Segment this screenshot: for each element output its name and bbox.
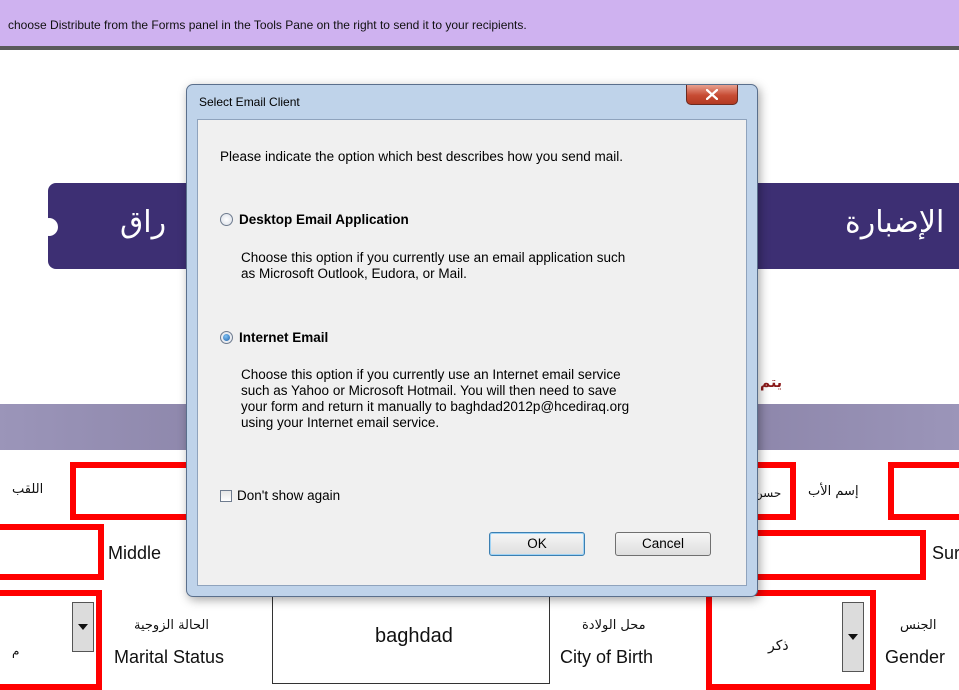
marital-edge-text: م [12,644,20,658]
internet-email-description: Choose this option if you currently use … [241,367,629,431]
internet-email-radio[interactable] [220,331,233,344]
banner-right-text: الإضبارة [845,205,945,240]
city-label-ar: محل الولادة [582,618,646,633]
gender-label-en: Gender [885,647,946,667]
last-name-field[interactable] [740,530,926,580]
marital-label-en: Marital Status [114,647,225,667]
city-of-birth-field[interactable]: baghdad [272,594,550,684]
surname-label-ar: اللقب [12,482,44,497]
city-label-en: City of Birth [560,647,654,667]
banner-left-text: راق [120,205,167,240]
internet-desc-line: such as Yahoo or Microsoft Hotmail. You … [241,383,617,398]
ok-button[interactable]: OK [489,532,585,556]
select-email-client-dialog: Select Email Client Please indicate the … [186,84,758,597]
checkbox-box[interactable] [220,490,232,502]
gender-label-ar: الجنس [900,618,937,633]
internet-email-option[interactable]: Internet Email [220,330,328,345]
dialog-intro-text: Please indicate the option which best de… [220,149,623,164]
marital-label-ar: الحالة الزوجية [134,618,209,633]
internet-desc-line: your form and return it manually to bagh… [241,399,630,414]
dont-show-again-checkbox[interactable]: Don't show again [220,488,340,503]
cancel-button[interactable]: Cancel [615,532,711,556]
gender-field[interactable]: ذكر [706,590,876,690]
desktop-email-label: Desktop Email Application [239,212,409,227]
gender-dropdown-icon[interactable] [842,602,864,672]
document-message-bar: choose Distribute from the Forms panel i… [0,0,959,50]
internet-desc-line: using your Internet email service. [241,415,440,430]
desktop-desc-line: as Microsoft Outlook, Eudora, or Mail. [241,266,467,281]
desktop-email-option[interactable]: Desktop Email Application [220,212,409,227]
father-name-value: حسن [754,486,782,500]
first-name-field[interactable] [888,462,959,520]
banner-notch-left [40,218,58,236]
internet-email-label: Internet Email [239,330,329,345]
close-icon [706,89,718,100]
marital-status-dropdown-icon[interactable] [72,602,94,652]
form-subtitle: يتم [760,375,782,391]
desktop-email-description: Choose this option if you currently use … [241,250,625,282]
surname-label-en: Sur [932,543,959,563]
title-banner-right: الإضبارة [740,183,959,269]
close-button[interactable] [686,85,738,105]
father-name-label-ar: إسم الأب [808,484,859,499]
internet-desc-line: Choose this option if you currently use … [241,367,621,382]
title-banner-left: راق [48,183,208,269]
city-value: baghdad [375,625,453,647]
dialog-title: Select Email Client [199,95,300,109]
message-bar-text: choose Distribute from the Forms panel i… [8,18,527,32]
dialog-body: Please indicate the option which best de… [197,119,747,586]
dont-show-again-label: Don't show again [237,488,341,503]
desktop-desc-line: Choose this option if you currently use … [241,250,626,265]
middle-label-en: Middle [108,543,162,563]
middle-name-field[interactable] [0,524,104,580]
marital-status-field[interactable]: م [0,590,102,690]
gender-value: ذكر [768,638,789,654]
desktop-email-radio[interactable] [220,213,233,226]
